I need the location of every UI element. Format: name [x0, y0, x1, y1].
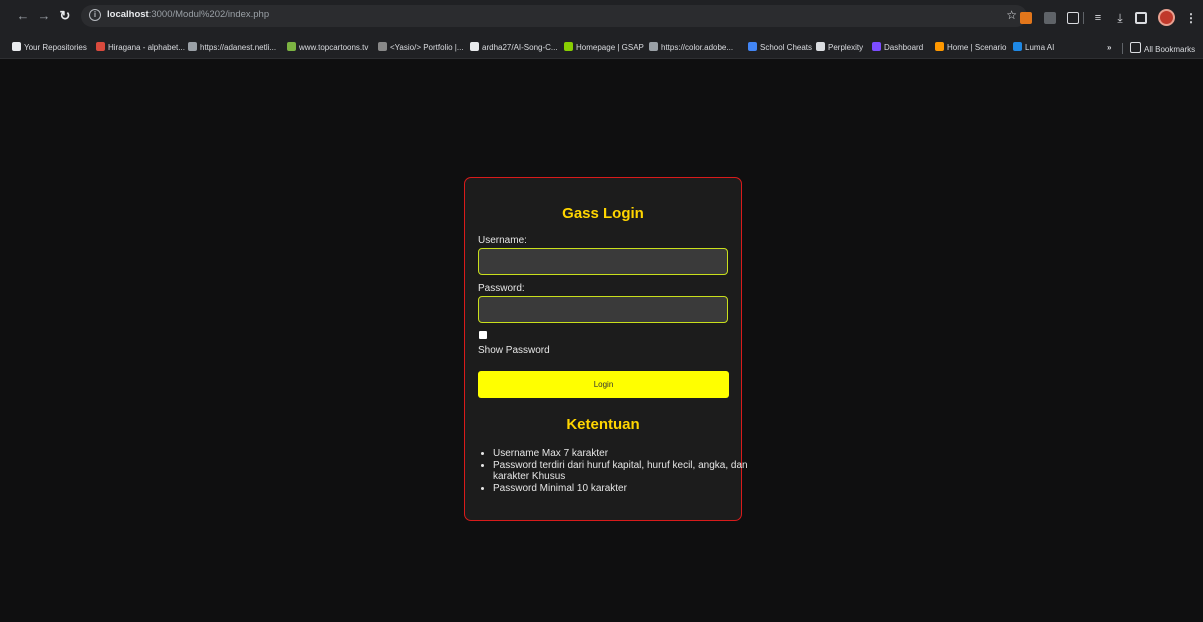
password-label: Password: — [478, 283, 525, 294]
login-title: Gass Login — [562, 205, 644, 222]
bookmark-label: Hiragana - alphabet... — [108, 43, 185, 52]
rules-list: Username Max 7 karakter Password terdiri… — [478, 448, 748, 495]
github-icon — [12, 42, 21, 51]
bookmark-label: School Cheats — [760, 43, 813, 52]
media-control-icon[interactable]: ≡ — [1092, 12, 1104, 24]
show-password-checkbox[interactable] — [479, 331, 487, 339]
profile-avatar[interactable] — [1158, 9, 1175, 26]
bookmark-label: Your Repositories — [24, 43, 87, 52]
rules-title: Ketentuan — [566, 416, 640, 433]
back-arrow-icon[interactable]: ← — [16, 9, 30, 23]
bookmark-item[interactable]: www.topcartoons.tv — [287, 42, 368, 54]
login-button[interactable]: Login — [478, 371, 729, 398]
rule-item: Password Minimal 10 karakter — [493, 483, 748, 494]
side-panel-icon[interactable] — [1135, 12, 1147, 24]
bookmark-label: Luma AI — [1025, 43, 1055, 52]
bookmark-item[interactable]: https://color.adobe... — [649, 42, 733, 54]
bookmarks-divider — [1122, 43, 1123, 54]
url-host: localhost — [107, 9, 149, 20]
bookmark-item[interactable]: https://adanest.netli... — [188, 42, 276, 54]
github-icon — [470, 42, 479, 51]
bookmark-item[interactable]: Luma AI — [1013, 42, 1054, 54]
address-bar[interactable]: i localhost:3000/Modul%202/index.php ☆ — [81, 5, 1027, 27]
dashboard-icon — [872, 42, 881, 51]
username-input[interactable] — [478, 248, 728, 275]
bookmark-item[interactable]: Homepage | GSAP — [564, 42, 644, 54]
bookmark-label: Dashboard — [884, 43, 924, 52]
bookmark-item[interactable]: Dashboard — [872, 42, 923, 54]
bookmark-item[interactable]: ardha27/AI-Song-C... — [470, 42, 558, 54]
password-input[interactable] — [478, 296, 728, 323]
portfolio-icon — [378, 42, 387, 51]
bookmark-label: Home | Scenario — [947, 43, 1007, 52]
url-text[interactable]: localhost:3000/Modul%202/index.php — [107, 9, 269, 20]
bookmark-item[interactable]: School Cheats — [748, 42, 812, 54]
rule-item: Password terdiri dari huruf kapital, hur… — [493, 460, 748, 482]
bookmark-label: https://adanest.netli... — [200, 43, 277, 52]
luma-icon — [1013, 42, 1022, 51]
reload-icon[interactable]: ↻ — [58, 9, 72, 23]
bookmark-label: www.topcartoons.tv — [299, 43, 369, 52]
bookmark-label: Homepage | GSAP — [576, 43, 644, 52]
adobe-color-icon — [649, 42, 658, 51]
rule-item: Username Max 7 karakter — [493, 448, 748, 459]
school-cheats-icon — [748, 42, 757, 51]
show-password-label: Show Password — [478, 345, 550, 356]
bookmark-item[interactable]: Your Repositories — [12, 42, 87, 54]
bookmark-item[interactable]: Hiragana - alphabet... — [96, 42, 185, 54]
gsap-icon — [564, 42, 573, 51]
extension-icon[interactable] — [1044, 12, 1056, 24]
more-bookmarks-button[interactable]: » — [1107, 42, 1111, 54]
bookmark-item[interactable]: Perplexity — [816, 42, 863, 54]
metamask-extension-icon[interactable] — [1020, 12, 1032, 24]
all-bookmarks-label: All Bookmarks — [1144, 45, 1196, 54]
bookmark-item[interactable]: Home | Scenario — [935, 42, 1006, 54]
download-icon[interactable]: ⤓ — [1114, 12, 1126, 24]
username-label: Username: — [478, 235, 527, 246]
bookmarks-bar: » All Bookmarks Your Repositories Hiragan… — [0, 38, 1203, 59]
bookmark-item[interactable]: <Yasio/> Portfolio |... — [378, 42, 464, 54]
toolbar-divider — [1083, 12, 1084, 24]
login-card: Gass Login Username: Password: Show Pass… — [464, 177, 748, 521]
forward-arrow-icon[interactable]: → — [37, 9, 51, 23]
folder-icon — [1130, 42, 1141, 53]
perplexity-icon — [816, 42, 825, 51]
menu-kebab-icon[interactable]: ⋮ — [1185, 12, 1197, 24]
netlify-icon — [188, 42, 197, 51]
site-info-icon[interactable]: i — [89, 9, 101, 21]
bookmark-label: <Yasio/> Portfolio |... — [390, 43, 464, 52]
topcartoons-icon — [287, 42, 296, 51]
bookmark-label: ardha27/AI-Song-C... — [482, 43, 558, 52]
bookmark-label: https://color.adobe... — [661, 43, 734, 52]
bookmark-star-icon[interactable]: ☆ — [1006, 8, 1017, 22]
extensions-puzzle-icon[interactable] — [1067, 12, 1079, 24]
hiragana-icon — [96, 42, 105, 51]
scenario-icon — [935, 42, 944, 51]
browser-toolbar: ← → ↻ i localhost:3000/Modul%202/index.p… — [0, 0, 1203, 38]
all-bookmarks-button[interactable]: All Bookmarks — [1130, 42, 1195, 54]
url-path: :3000/Modul%202/index.php — [148, 9, 270, 20]
bookmark-label: Perplexity — [828, 43, 864, 52]
